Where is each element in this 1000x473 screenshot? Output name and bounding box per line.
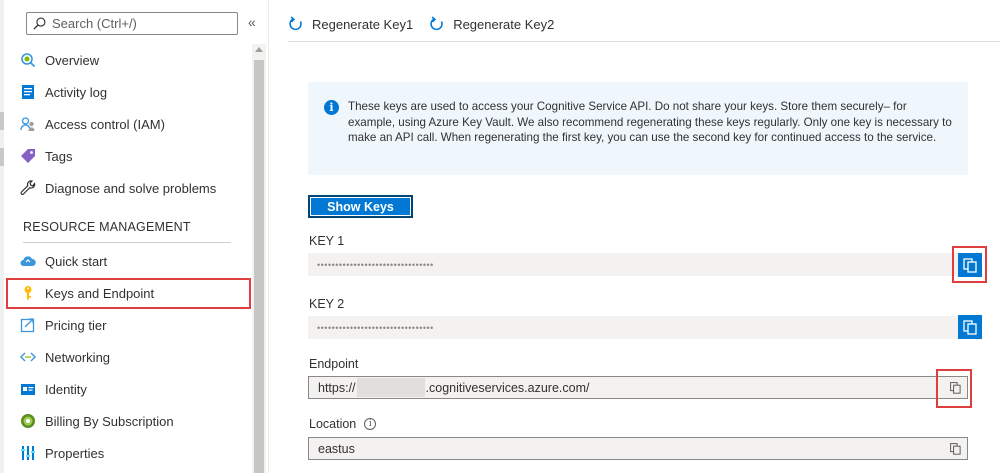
copy-icon [963,319,977,335]
key2-field[interactable]: •••••••••••••••••••••••••••••••• [308,316,968,339]
info-icon[interactable]: i [364,418,377,430]
endpoint-label: Endpoint [309,357,358,371]
refresh-icon [430,16,443,31]
sidebar-item-label: Access control (IAM) [45,116,165,132]
panel-divider [268,0,269,473]
sidebar-item-label: Diagnose and solve problems [45,180,217,196]
search-icon [33,17,46,30]
keys-and-endpoint-highlight [6,278,251,309]
sidebar-item-label: Activity log [45,84,108,100]
endpoint-prefix: https:// [318,380,356,395]
sidebar-item-quick-start[interactable]: Quick start [16,246,244,276]
copy-endpoint-highlight [936,369,972,408]
scroll-up-icon[interactable] [255,47,263,52]
location-value: eastus [318,441,355,456]
key2-masked-value: •••••••••••••••••••••••••••••••• [317,322,434,333]
key1-label-text: KEY 1 [309,234,345,248]
sidebar-scrollbar[interactable] [252,44,266,473]
copy-key1-highlight [952,246,987,283]
sidebar-item-overview[interactable]: Overview [16,45,244,75]
info-banner: i These keys are used to access your Cog… [308,82,968,175]
key1-label: KEY 1 [309,234,344,248]
copy-location-button[interactable] [947,441,963,457]
key2-label-text: KEY 2 [309,297,345,311]
regenerate-key1-button[interactable]: Regenerate Key1 [288,16,413,32]
section-title-resource-management: RESOURCE MANAGEMENT [23,220,191,234]
sidebar-item-access-control[interactable]: Access control (IAM) [16,109,244,139]
sidebar-item-label: Billing By Subscription [45,413,174,429]
key1-masked-value: •••••••••••••••••••••••••••••••• [317,259,434,270]
sidebar-item-networking[interactable]: Networking [16,342,244,372]
location-label-text: Location [309,417,357,431]
endpoint-field[interactable]: https:// .cognitiveservices.azure.com/ [308,376,968,399]
redacted-resource-name [356,378,425,397]
regenerate-key1-label: Regenerate Key1 [312,16,414,32]
tag-icon [20,148,36,164]
sidebar-item-pricing-tier[interactable]: Pricing tier [16,310,244,340]
properties-icon [20,445,36,461]
sidebar-item-label: Pricing tier [45,317,107,333]
refresh-icon [289,16,302,31]
sidebar-item-label: Overview [45,52,100,68]
scrollbar-thumb[interactable] [254,60,264,473]
activity-log-icon [20,84,36,100]
search-input[interactable]: Search (Ctrl+/) [26,12,238,35]
copy-key2-button[interactable] [958,315,982,339]
billing-icon [20,413,36,429]
sidebar-item-label: Quick start [45,253,108,269]
info-icon: i [324,100,339,115]
sidebar-item-properties[interactable]: Properties [16,438,244,468]
sidebar-item-billing[interactable]: Billing By Subscription [16,406,244,436]
info-text: These keys are used to access your Cogni… [348,100,952,144]
search-placeholder: Search (Ctrl+/) [52,16,137,31]
sidebar-item-diagnose[interactable]: Diagnose and solve problems [16,173,244,203]
cloud-icon [20,253,36,269]
overview-icon [20,52,36,68]
wrench-icon [20,180,36,196]
access-control-icon [20,116,36,132]
command-bar: Regenerate Key1 Regenerate Key2 [288,10,570,38]
show-keys-button[interactable]: Show Keys [308,195,413,218]
section-divider [23,242,231,243]
sidebar-item-label: Tags [45,148,73,164]
sidebar-item-label: Properties [45,445,105,461]
key2-label: KEY 2 [309,297,344,311]
endpoint-label-text: Endpoint [309,357,359,371]
sidebar-item-label: Networking [45,349,111,365]
sidebar-item-activity-log[interactable]: Activity log [16,77,244,107]
location-label: Location i [309,417,377,431]
regenerate-key2-button[interactable]: Regenerate Key2 [429,16,554,32]
networking-icon [20,349,36,365]
identity-icon [20,381,36,397]
location-field[interactable]: eastus [308,437,968,460]
endpoint-suffix: .cognitiveservices.azure.com/ [425,380,590,395]
regenerate-key2-label: Regenerate Key2 [453,16,555,32]
toolbar-divider [288,41,1000,42]
key1-field[interactable]: •••••••••••••••••••••••••••••••• [308,253,968,276]
sidebar-item-tags[interactable]: Tags [16,141,244,171]
collapse-menu-button[interactable]: « [248,14,256,30]
pricing-icon [20,317,36,333]
copy-icon [949,443,961,455]
sidebar-item-identity[interactable]: Identity [16,374,244,404]
sidebar-item-label: Identity [45,381,87,397]
